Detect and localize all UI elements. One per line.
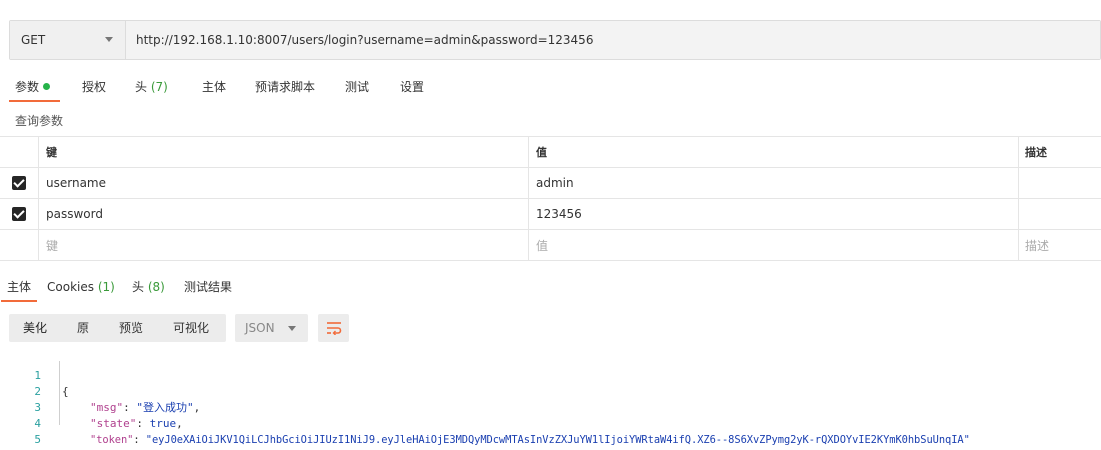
active-dot-icon [43, 83, 51, 90]
view-visualize-button[interactable]: 可视化 [173, 314, 209, 342]
chevron-down-icon [105, 37, 113, 42]
wrap-lines-button[interactable] [318, 314, 349, 342]
tab-headers-count: (7) [150, 80, 168, 94]
param-key-input[interactable]: username [39, 168, 529, 198]
code-line: 5 } [0, 416, 1101, 450]
param-description-input[interactable] [1019, 199, 1101, 229]
param-description-input[interactable] [1019, 168, 1101, 198]
new-value-input[interactable]: 值 [529, 230, 1019, 260]
wrap-lines-icon [326, 322, 341, 335]
tab-settings-label: 设置 [400, 80, 425, 94]
url-text: http://192.168.1.10:8007/users/login?use… [136, 33, 594, 47]
new-key-input[interactable]: 键 [39, 230, 529, 260]
view-mode-group: 美化 原 预览 可视化 [9, 314, 226, 342]
code-line: 3 "state": true, [0, 384, 1101, 430]
new-description-input[interactable]: 描述 [1019, 230, 1101, 260]
json-entry: "token": "eyJ0eXAiOiJKV1QiLCJhbGciOiJIUz… [90, 434, 970, 446]
header-key: 键 [39, 137, 529, 167]
row-checkbox-cell [0, 168, 39, 198]
param-value-input[interactable]: 123456 [529, 199, 1019, 229]
response-body-code: 1 { 2 "msg": "登入成功", 3 "state": true, 4 … [0, 352, 1101, 450]
tab-body-label: 主体 [202, 80, 227, 94]
table-row: username admin [0, 168, 1101, 199]
tab-cookies-count: (1) [97, 280, 115, 294]
method-label: GET [21, 33, 46, 47]
tab-params[interactable]: 参数 [8, 72, 61, 102]
tab-cookies[interactable]: Cookies (1) [47, 272, 115, 302]
tab-settings[interactable]: 设置 [400, 72, 424, 102]
tab-pre-request-script[interactable]: 预请求脚本 [255, 72, 315, 102]
tab-response-headers-label: 头 [132, 280, 145, 294]
line-number: 5 [34, 433, 41, 446]
tab-body[interactable]: 主体 [202, 72, 226, 102]
method-select[interactable]: GET [10, 21, 126, 59]
request-tabs: 参数 授权 头 (7) 主体 预请求脚本 测试 设置 [0, 72, 460, 102]
url-input[interactable]: http://192.168.1.10:8007/users/login?use… [126, 21, 1100, 59]
table-row-new: 键 值 描述 [0, 230, 1101, 261]
table-row: password 123456 [0, 199, 1101, 230]
code-line: 2 "msg": "登入成功", [0, 368, 1101, 414]
view-pretty-button[interactable]: 美化 [23, 314, 47, 342]
tab-response-body[interactable]: 主体 [0, 272, 38, 302]
response-tabs: 主体 Cookies (1) 头 (8) 测试结果 [0, 272, 300, 302]
table-header: 键 值 描述 [0, 137, 1101, 168]
chevron-down-icon [288, 326, 296, 331]
checkbox-checked-icon[interactable] [12, 207, 26, 221]
json-key: "token" [90, 434, 134, 446]
format-select[interactable]: JSON [235, 314, 308, 342]
tab-auth-label: 授权 [82, 80, 107, 94]
row-checkbox-cell [0, 230, 39, 260]
tab-headers-label: 头 [135, 80, 148, 94]
format-label: JSON [245, 321, 275, 335]
row-checkbox-cell [0, 199, 39, 229]
tab-test-results[interactable]: 测试结果 [184, 272, 232, 302]
tab-pre-request-script-label: 预请求脚本 [255, 80, 316, 94]
tab-response-headers-count: (8) [147, 280, 165, 294]
param-key-input[interactable]: password [39, 199, 529, 229]
header-value: 值 [529, 137, 1019, 167]
param-value-input[interactable]: admin [529, 168, 1019, 198]
tab-response-headers[interactable]: 头 (8) [132, 272, 165, 302]
code-line: 4 "token": "eyJ0eXAiOiJKV1QiLCJhbGciOiJI… [0, 400, 1101, 446]
query-params-label: 查询参数 [15, 114, 64, 128]
tab-headers[interactable]: 头 (7) [135, 72, 168, 102]
view-preview-button[interactable]: 预览 [119, 314, 143, 342]
json-value: "eyJ0eXAiOiJKV1QiLCJhbGciOiJIUzI1NiJ9.ey… [145, 434, 970, 446]
request-bar: GET http://192.168.1.10:8007/users/login… [9, 20, 1101, 60]
header-check-cell [0, 137, 39, 167]
tab-tests[interactable]: 测试 [345, 72, 369, 102]
params-table: 键 值 描述 username admin password 123456 键 … [0, 136, 1101, 261]
tab-cookies-label: Cookies [47, 280, 94, 294]
tab-test-results-label: 测试结果 [184, 280, 233, 294]
tab-tests-label: 测试 [345, 80, 370, 94]
tab-response-body-label: 主体 [7, 280, 32, 294]
view-raw-button[interactable]: 原 [77, 314, 89, 342]
checkbox-checked-icon[interactable] [12, 176, 26, 190]
code-line: 1 { [0, 352, 1101, 398]
header-description: 描述 [1025, 146, 1047, 159]
tab-params-label: 参数 [15, 80, 40, 94]
tab-auth[interactable]: 授权 [82, 72, 106, 102]
